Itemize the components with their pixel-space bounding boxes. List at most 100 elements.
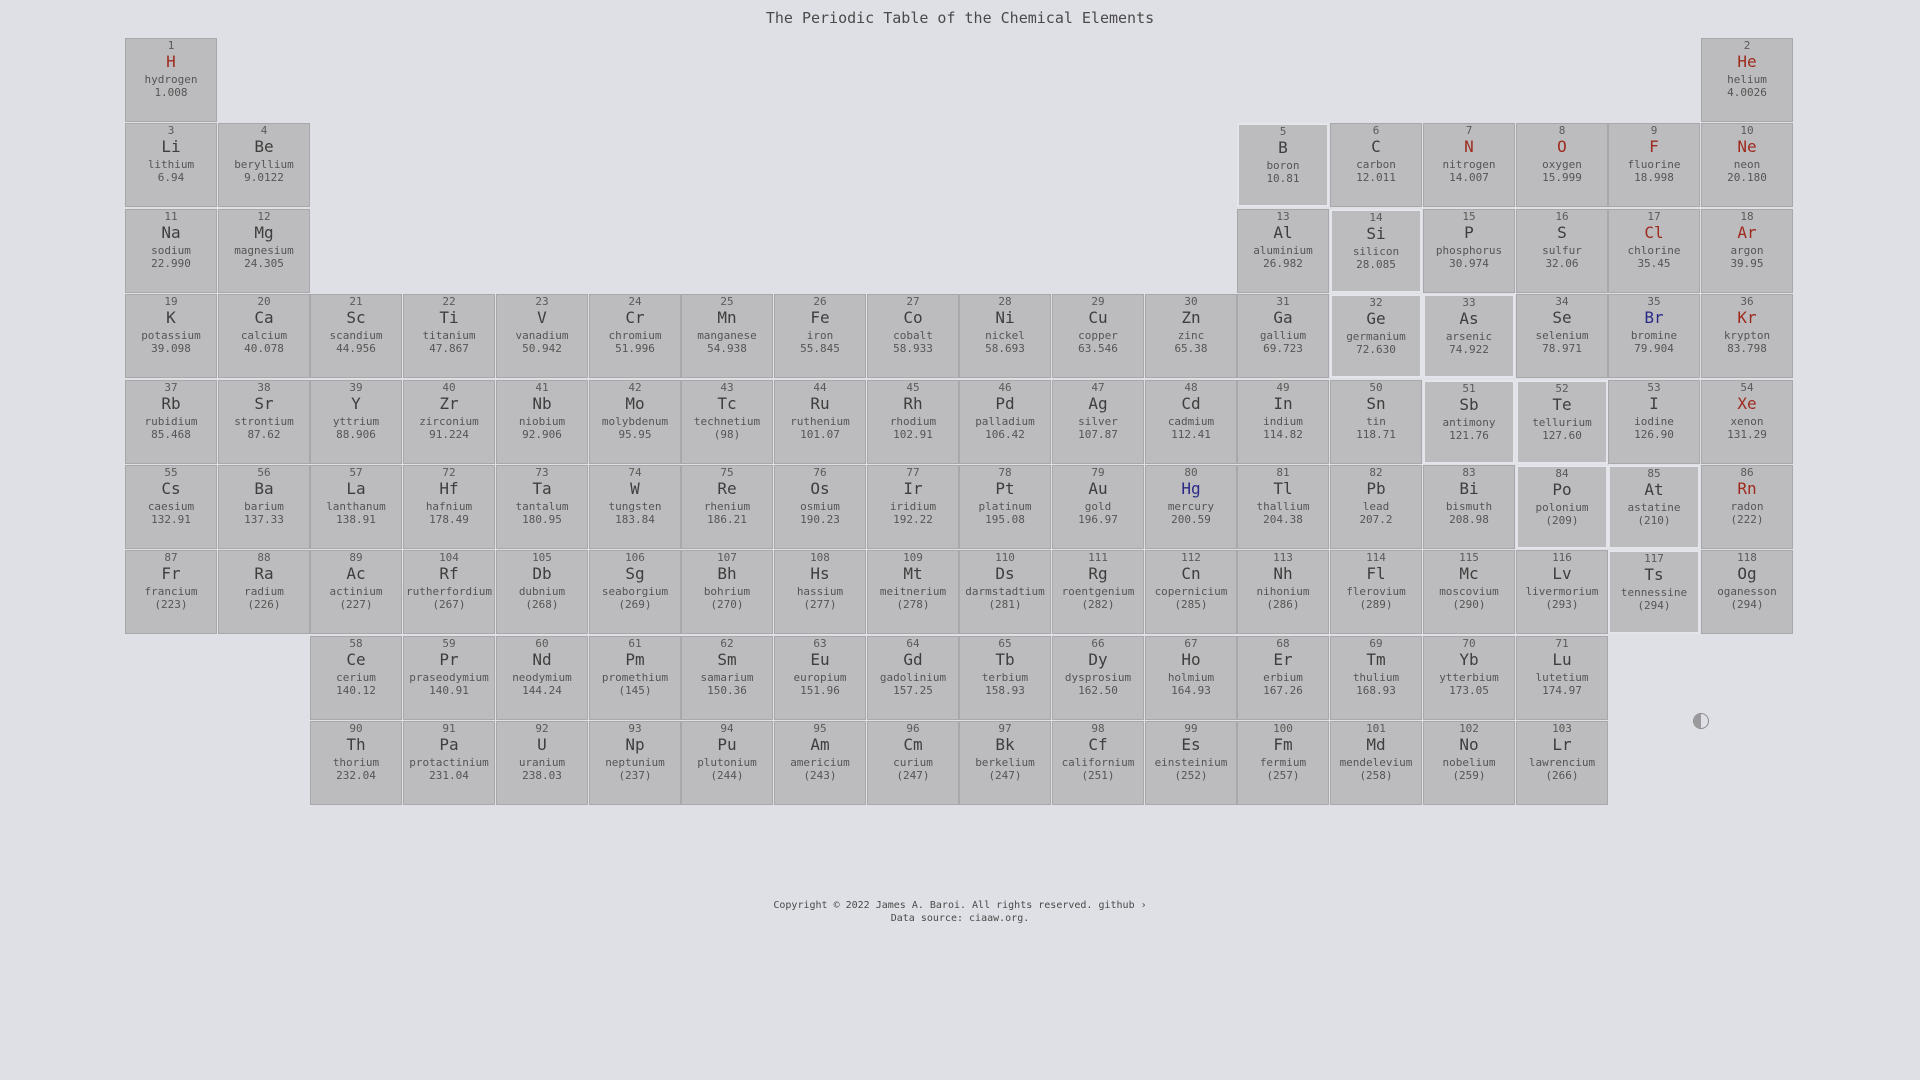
element-cell-tc[interactable]: 43 Tc technetium (98) bbox=[681, 380, 773, 464]
element-cell-eu[interactable]: 63 Eu europium 151.96 bbox=[774, 636, 866, 720]
element-cell-mg[interactable]: 12 Mg magnesium 24.305 bbox=[218, 209, 310, 293]
element-cell-nb[interactable]: 41 Nb niobium 92.906 bbox=[496, 380, 588, 464]
element-cell-rf[interactable]: 104 Rf rutherfordium (267) bbox=[403, 550, 495, 634]
element-cell-sg[interactable]: 106 Sg seaborgium (269) bbox=[589, 550, 681, 634]
element-cell-cs[interactable]: 55 Cs caesium 132.91 bbox=[125, 465, 217, 549]
element-cell-in[interactable]: 49 In indium 114.82 bbox=[1237, 380, 1329, 464]
element-cell-ta[interactable]: 73 Ta tantalum 180.95 bbox=[496, 465, 588, 549]
element-cell-se[interactable]: 34 Se selenium 78.971 bbox=[1516, 294, 1608, 378]
element-cell-la[interactable]: 57 La lanthanum 138.91 bbox=[310, 465, 402, 549]
element-cell-os[interactable]: 76 Os osmium 190.23 bbox=[774, 465, 866, 549]
element-cell-ar[interactable]: 18 Ar argon 39.95 bbox=[1701, 209, 1793, 293]
element-cell-re[interactable]: 75 Re rhenium 186.21 bbox=[681, 465, 773, 549]
element-cell-bi[interactable]: 83 Bi bismuth 208.98 bbox=[1423, 465, 1515, 549]
element-cell-np[interactable]: 93 Np neptunium (237) bbox=[589, 721, 681, 805]
element-cell-lv[interactable]: 116 Lv livermorium (293) bbox=[1516, 550, 1608, 634]
element-cell-fe[interactable]: 26 Fe iron 55.845 bbox=[774, 294, 866, 378]
element-cell-bk[interactable]: 97 Bk berkelium (247) bbox=[959, 721, 1051, 805]
element-cell-co[interactable]: 27 Co cobalt 58.933 bbox=[867, 294, 959, 378]
element-cell-po[interactable]: 84 Po polonium (209) bbox=[1516, 465, 1608, 549]
element-cell-at[interactable]: 85 At astatine (210) bbox=[1608, 465, 1700, 549]
element-cell-s[interactable]: 16 Ssulfur 32.06 bbox=[1516, 209, 1608, 293]
element-cell-y[interactable]: 39 Yyttrium 88.906 bbox=[310, 380, 402, 464]
element-cell-mt[interactable]: 109 Mt meitnerium (278) bbox=[867, 550, 959, 634]
element-cell-o[interactable]: 8 Ooxygen 15.999 bbox=[1516, 123, 1608, 207]
element-cell-i[interactable]: 53 Iiodine 126.90 bbox=[1608, 380, 1700, 464]
element-cell-ti[interactable]: 22 Ti titanium 47.867 bbox=[403, 294, 495, 378]
element-cell-pr[interactable]: 59 Pr praseodymium 140.91 bbox=[403, 636, 495, 720]
element-cell-sn[interactable]: 50 Sn tin 118.71 bbox=[1330, 380, 1422, 464]
element-cell-bh[interactable]: 107 Bh bohrium (270) bbox=[681, 550, 773, 634]
element-cell-pm[interactable]: 61 Pm promethium (145) bbox=[589, 636, 681, 720]
element-cell-f[interactable]: 9 Ffluorine 18.998 bbox=[1608, 123, 1700, 207]
element-cell-lu[interactable]: 71 Lu lutetium 174.97 bbox=[1516, 636, 1608, 720]
element-cell-md[interactable]: 101 Md mendelevium (258) bbox=[1330, 721, 1422, 805]
element-cell-na[interactable]: 11 Na sodium 22.990 bbox=[125, 209, 217, 293]
theme-toggle-icon[interactable] bbox=[1693, 713, 1709, 729]
element-cell-mn[interactable]: 25 Mn manganese 54.938 bbox=[681, 294, 773, 378]
element-cell-lr[interactable]: 103 Lr lawrencium (266) bbox=[1516, 721, 1608, 805]
element-cell-tm[interactable]: 69 Tm thulium 168.93 bbox=[1330, 636, 1422, 720]
element-cell-sm[interactable]: 62 Sm samarium 150.36 bbox=[681, 636, 773, 720]
element-cell-rn[interactable]: 86 Rn radon (222) bbox=[1701, 465, 1793, 549]
element-cell-gd[interactable]: 64 Gd gadolinium 157.25 bbox=[867, 636, 959, 720]
element-cell-sb[interactable]: 51 Sb antimony 121.76 bbox=[1423, 380, 1515, 464]
element-cell-li[interactable]: 3 Li lithium 6.94 bbox=[125, 123, 217, 207]
element-cell-he[interactable]: 2 He helium 4.0026 bbox=[1701, 38, 1793, 122]
element-cell-k[interactable]: 19 Kpotassium 39.098 bbox=[125, 294, 217, 378]
element-cell-am[interactable]: 95 Am americium (243) bbox=[774, 721, 866, 805]
element-cell-dy[interactable]: 66 Dy dysprosium 162.50 bbox=[1052, 636, 1144, 720]
github-link[interactable]: github › bbox=[1098, 900, 1146, 911]
element-cell-sc[interactable]: 21 Sc scandium 44.956 bbox=[310, 294, 402, 378]
element-cell-fm[interactable]: 100 Fm fermium (257) bbox=[1237, 721, 1329, 805]
element-cell-ga[interactable]: 31 Ga gallium 69.723 bbox=[1237, 294, 1329, 378]
element-cell-no[interactable]: 102 No nobelium (259) bbox=[1423, 721, 1515, 805]
element-cell-sr[interactable]: 38 Sr strontium 87.62 bbox=[218, 380, 310, 464]
element-cell-cf[interactable]: 98 Cf californium (251) bbox=[1052, 721, 1144, 805]
element-cell-ir[interactable]: 77 Ir iridium 192.22 bbox=[867, 465, 959, 549]
element-cell-fr[interactable]: 87 Fr francium (223) bbox=[125, 550, 217, 634]
element-cell-rg[interactable]: 111 Rg roentgenium (282) bbox=[1052, 550, 1144, 634]
element-cell-pt[interactable]: 78 Pt platinum 195.08 bbox=[959, 465, 1051, 549]
element-cell-h[interactable]: 1 Hhydrogen 1.008 bbox=[125, 38, 217, 122]
element-cell-si[interactable]: 14 Si silicon 28.085 bbox=[1330, 209, 1422, 293]
element-cell-kr[interactable]: 36 Kr krypton 83.798 bbox=[1701, 294, 1793, 378]
element-cell-er[interactable]: 68 Er erbium 167.26 bbox=[1237, 636, 1329, 720]
element-cell-u[interactable]: 92 Uuranium 238.03 bbox=[496, 721, 588, 805]
element-cell-cu[interactable]: 29 Cu copper 63.546 bbox=[1052, 294, 1144, 378]
element-cell-be[interactable]: 4 Be beryllium 9.0122 bbox=[218, 123, 310, 207]
element-cell-hs[interactable]: 108 Hs hassium (277) bbox=[774, 550, 866, 634]
element-cell-ni[interactable]: 28 Ni nickel 58.693 bbox=[959, 294, 1051, 378]
element-cell-v[interactable]: 23 Vvanadium 50.942 bbox=[496, 294, 588, 378]
element-cell-as[interactable]: 33 As arsenic 74.922 bbox=[1423, 294, 1515, 378]
element-cell-mo[interactable]: 42 Mo molybdenum 95.95 bbox=[589, 380, 681, 464]
element-cell-n[interactable]: 7 Nnitrogen 14.007 bbox=[1423, 123, 1515, 207]
element-cell-hg[interactable]: 80 Hg mercury 200.59 bbox=[1145, 465, 1237, 549]
element-cell-p[interactable]: 15 Pphosphorus 30.974 bbox=[1423, 209, 1515, 293]
element-cell-zn[interactable]: 30 Zn zinc 65.38 bbox=[1145, 294, 1237, 378]
element-cell-ca[interactable]: 20 Ca calcium 40.078 bbox=[218, 294, 310, 378]
element-cell-cm[interactable]: 96 Cm curium (247) bbox=[867, 721, 959, 805]
element-cell-zr[interactable]: 40 Zr zirconium 91.224 bbox=[403, 380, 495, 464]
element-cell-ra[interactable]: 88 Ra radium (226) bbox=[218, 550, 310, 634]
element-cell-ru[interactable]: 44 Ru ruthenium 101.07 bbox=[774, 380, 866, 464]
element-cell-cl[interactable]: 17 Cl chlorine 35.45 bbox=[1608, 209, 1700, 293]
element-cell-ts[interactable]: 117 Ts tennessine (294) bbox=[1608, 550, 1700, 634]
element-cell-tb[interactable]: 65 Tb terbium 158.93 bbox=[959, 636, 1051, 720]
element-cell-hf[interactable]: 72 Hf hafnium 178.49 bbox=[403, 465, 495, 549]
element-cell-ag[interactable]: 47 Ag silver 107.87 bbox=[1052, 380, 1144, 464]
element-cell-rh[interactable]: 45 Rh rhodium 102.91 bbox=[867, 380, 959, 464]
element-cell-rb[interactable]: 37 Rb rubidium 85.468 bbox=[125, 380, 217, 464]
element-cell-w[interactable]: 74 Wtungsten 183.84 bbox=[589, 465, 681, 549]
element-cell-ce[interactable]: 58 Ce cerium 140.12 bbox=[310, 636, 402, 720]
element-cell-ge[interactable]: 32 Ge germanium 72.630 bbox=[1330, 294, 1422, 378]
element-cell-nd[interactable]: 60 Nd neodymium 144.24 bbox=[496, 636, 588, 720]
element-cell-ds[interactable]: 110 Ds darmstadtium (281) bbox=[959, 550, 1051, 634]
element-cell-ba[interactable]: 56 Ba barium 137.33 bbox=[218, 465, 310, 549]
element-cell-al[interactable]: 13 Al aluminium 26.982 bbox=[1237, 209, 1329, 293]
element-cell-tl[interactable]: 81 Tl thallium 204.38 bbox=[1237, 465, 1329, 549]
element-cell-ne[interactable]: 10 Ne neon 20.180 bbox=[1701, 123, 1793, 207]
element-cell-cr[interactable]: 24 Cr chromium 51.996 bbox=[589, 294, 681, 378]
element-cell-fl[interactable]: 114 Fl flerovium (289) bbox=[1330, 550, 1422, 634]
element-cell-cn[interactable]: 112 Cn copernicium (285) bbox=[1145, 550, 1237, 634]
